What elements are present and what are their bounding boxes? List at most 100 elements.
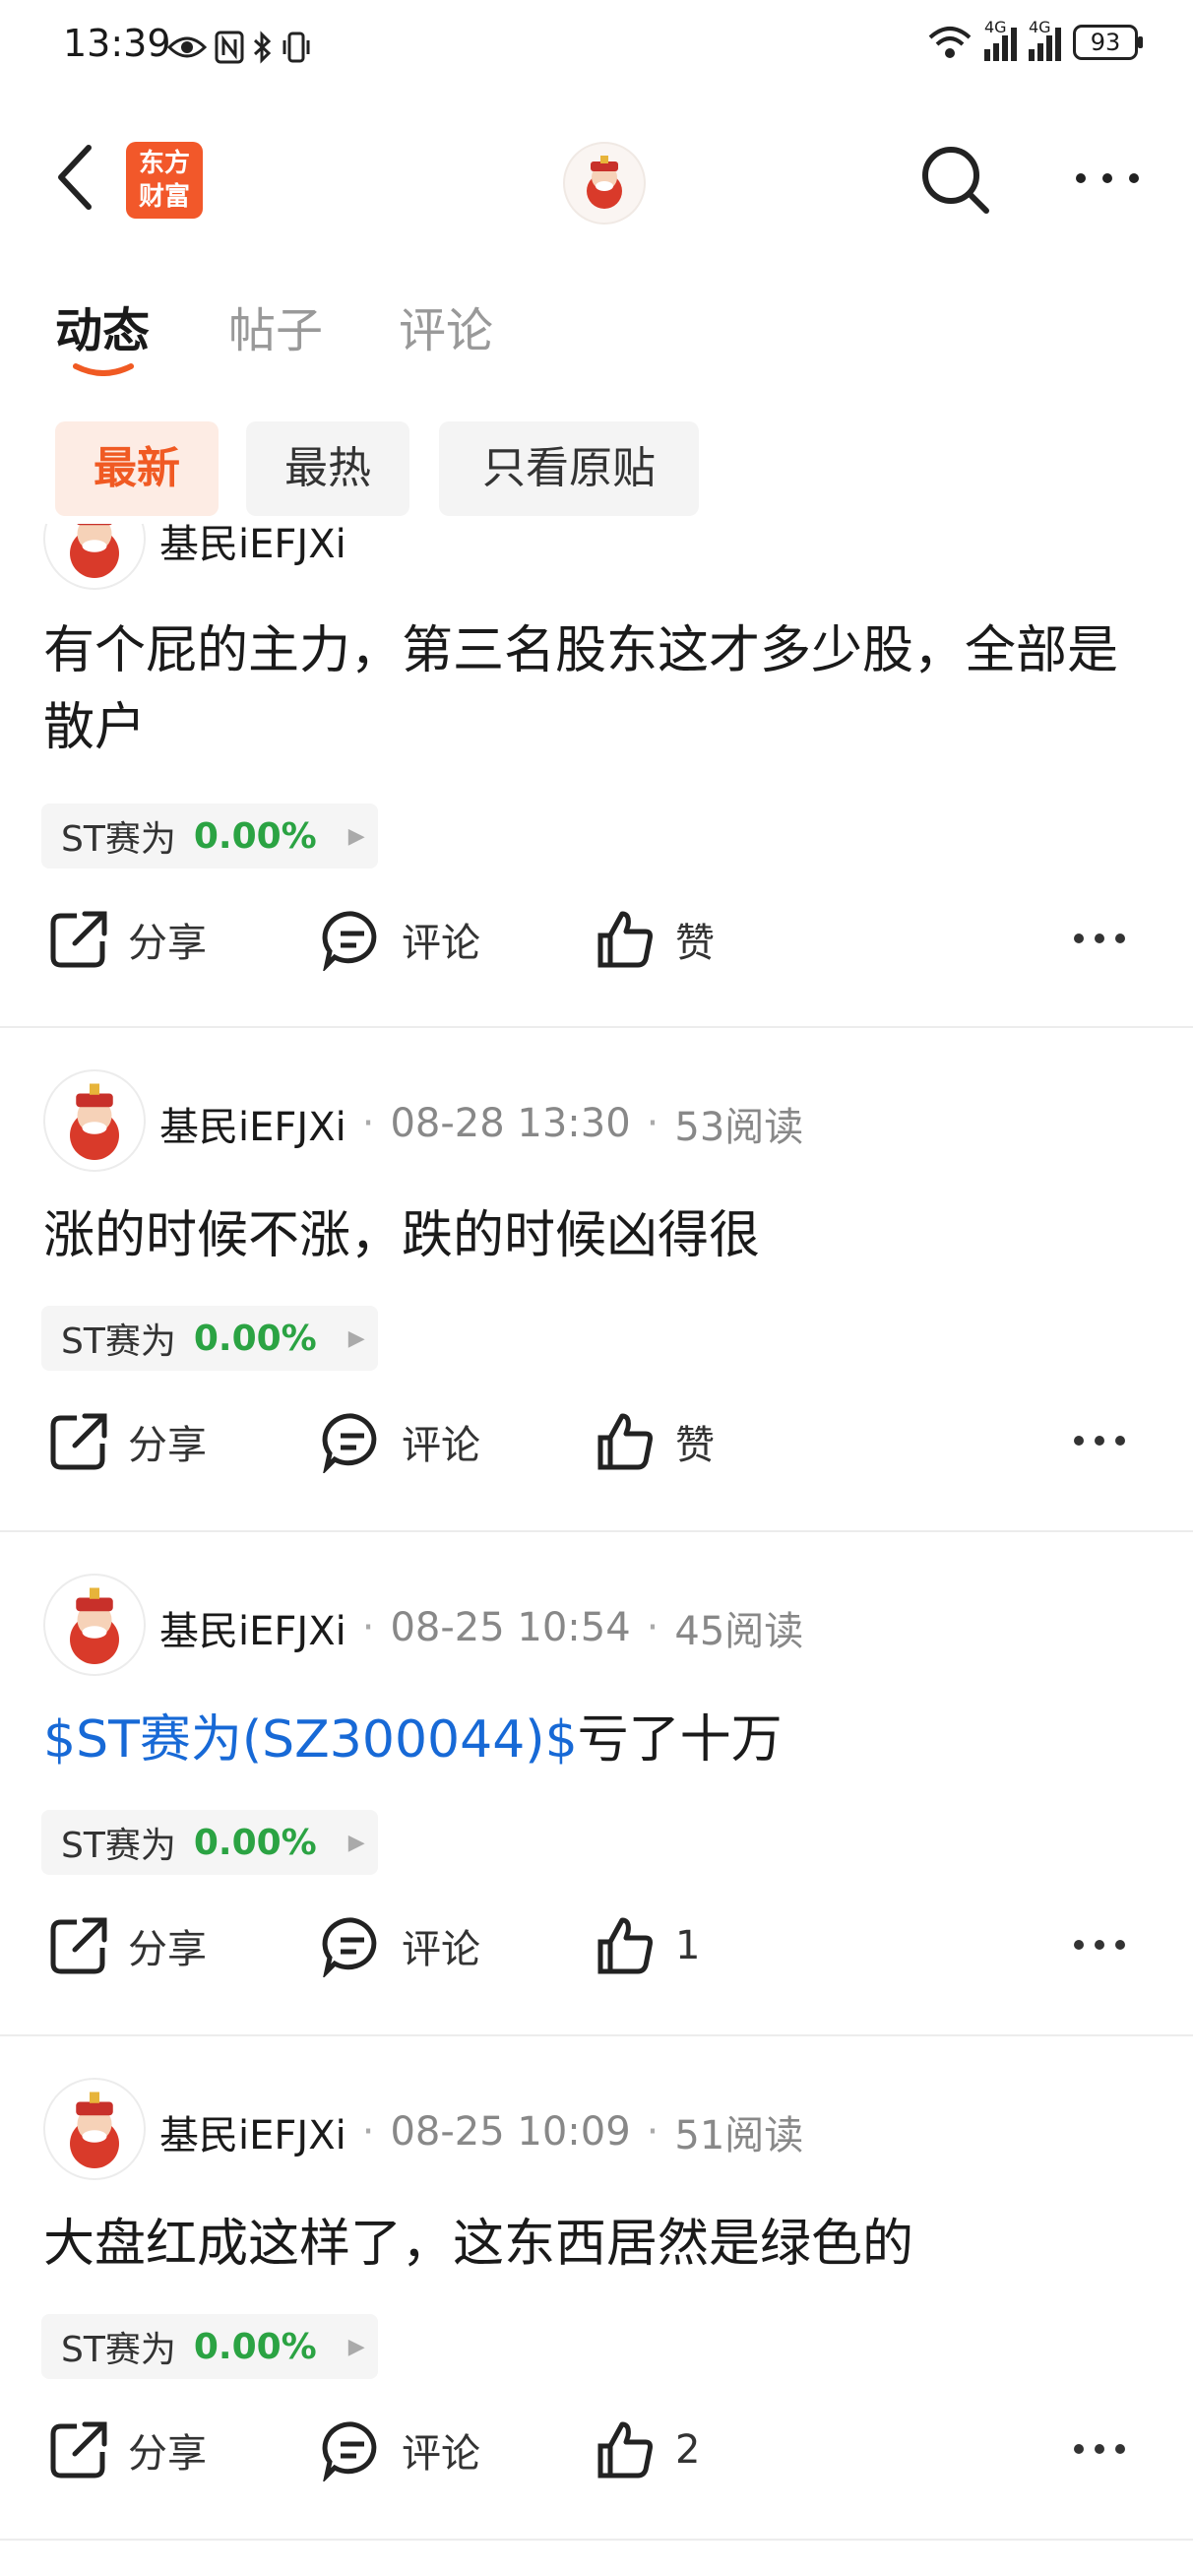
bluetooth-icon xyxy=(253,31,272,64)
comment-button[interactable]: 评论 xyxy=(321,2418,480,2481)
post-content[interactable]: 涨的时候不涨，跌的时候凶得很 xyxy=(43,1197,1146,1274)
tab-active-indicator xyxy=(73,363,134,376)
comment-icon xyxy=(322,911,377,971)
more-button[interactable] xyxy=(1073,163,1142,193)
post-more-button[interactable] xyxy=(1073,932,1144,945)
like-count: 2 xyxy=(675,2427,701,2473)
stock-chip[interactable]: ST赛为 0.00% ▶ xyxy=(41,1810,378,1875)
stock-chip[interactable]: ST赛为 0.00% ▶ xyxy=(41,1306,378,1371)
comment-button[interactable]: 评论 xyxy=(321,1410,480,1473)
share-label: 分享 xyxy=(128,2431,207,2477)
more-dots-icon xyxy=(1074,1436,1125,1446)
like-count: 赞 xyxy=(675,921,715,966)
filter-hottest[interactable]: 最热 xyxy=(246,421,409,516)
post-username[interactable]: 基民iEFJXi xyxy=(159,1599,346,1656)
stock-name: ST赛为 xyxy=(61,1826,176,1866)
feed-content: 基民iEFJXi 有个屁的主力，第三名股东这才多少股，全部是散户 ST赛为 0.… xyxy=(0,524,1193,2576)
post-username[interactable]: 基民iEFJXi xyxy=(159,524,346,569)
post-content[interactable]: $ST赛为(SZ300044)$亏了十万 xyxy=(43,1702,1146,1778)
like-button[interactable]: 2 xyxy=(595,2418,700,2481)
more-dots-icon xyxy=(1074,934,1125,943)
meta-separator: · xyxy=(361,1101,375,1146)
post-more-button[interactable] xyxy=(1073,1434,1144,1448)
stock-change: 0.00% xyxy=(193,1318,317,1359)
search-button[interactable] xyxy=(915,140,994,219)
fortune-god-avatar-icon xyxy=(70,524,119,578)
stock-change: 0.00% xyxy=(193,815,317,857)
comment-icon xyxy=(322,1917,377,1977)
stock-chip[interactable]: ST赛为 0.00% ▶ xyxy=(41,804,378,869)
user-avatar[interactable] xyxy=(43,524,146,590)
fortune-god-avatar-icon xyxy=(70,1587,119,1664)
post-more-button[interactable] xyxy=(1073,1938,1144,1952)
tab-dynamics[interactable]: 动态 xyxy=(55,291,150,360)
post-username[interactable]: 基民iEFJXi xyxy=(159,1095,346,1152)
user-avatar[interactable] xyxy=(43,1069,146,1172)
share-label: 分享 xyxy=(128,1423,207,1468)
like-button[interactable]: 赞 xyxy=(595,1410,715,1473)
chevron-right-icon: ▶ xyxy=(347,823,365,849)
share-button[interactable]: 分享 xyxy=(47,2418,207,2481)
tab-posts[interactable]: 帖子 xyxy=(228,291,323,360)
meta-separator: · xyxy=(361,1605,375,1650)
post-divider xyxy=(0,1530,1193,1532)
signal-2: 4G xyxy=(1029,18,1061,61)
post-date: 08-25 10:09 xyxy=(390,2109,631,2155)
tab-comments[interactable]: 评论 xyxy=(399,291,493,360)
post-meta: 基民iEFJXi · 08-28 13:30 · 53阅读 xyxy=(159,1095,803,1152)
user-avatar[interactable] xyxy=(43,1574,146,1676)
like-count: 赞 xyxy=(675,1423,715,1468)
share-icon xyxy=(50,1917,107,1974)
post-actions: 分享 评论 赞 xyxy=(0,908,1193,987)
stock-chip[interactable]: ST赛为 0.00% ▶ xyxy=(41,2314,378,2379)
back-button[interactable] xyxy=(47,138,106,217)
share-icon xyxy=(50,1413,107,1470)
stock-change: 0.00% xyxy=(193,1822,317,1863)
thumbs-up-icon xyxy=(597,1413,653,1470)
post-text: 大盘红成这样了，这东西居然是绿色的 xyxy=(43,2215,914,2274)
post-text: 涨的时候不涨，跌的时候凶得很 xyxy=(43,1206,761,1265)
share-icon xyxy=(50,911,107,968)
post-read-count: 51阅读 xyxy=(674,2113,804,2158)
post-more-button[interactable] xyxy=(1073,2442,1144,2456)
post-meta: 基民iEFJXi · 08-25 10:09 · 51阅读 xyxy=(159,2103,803,2160)
back-arrow-icon xyxy=(58,145,92,210)
status-right: 4G 4G 93 xyxy=(927,18,1143,61)
like-button[interactable]: 1 xyxy=(595,1914,700,1977)
more-dots-icon xyxy=(1074,2444,1125,2454)
user-avatar[interactable] xyxy=(43,2078,146,2180)
post-content[interactable]: 大盘红成这样了，这东西居然是绿色的 xyxy=(43,2206,1146,2283)
fortune-god-avatar-icon xyxy=(70,2092,119,2168)
share-button[interactable]: 分享 xyxy=(47,908,207,971)
comment-button[interactable]: 评论 xyxy=(321,1914,480,1977)
logo-text-1: 东方 xyxy=(138,149,190,178)
wifi-icon xyxy=(928,27,972,58)
comment-icon xyxy=(322,1413,377,1473)
post-text: 亏了十万 xyxy=(577,1710,783,1770)
like-count: 1 xyxy=(675,1923,701,1968)
post-username[interactable]: 基民iEFJXi xyxy=(159,2103,346,2160)
filter-latest[interactable]: 最新 xyxy=(55,421,219,516)
network-type-2: 4G xyxy=(1029,18,1051,36)
post-content[interactable]: 有个屁的主力，第三名股东这才多少股，全部是散户 xyxy=(43,612,1146,766)
post-actions: 分享 评论 1 xyxy=(0,1914,1193,1993)
profile-avatar[interactable] xyxy=(563,142,646,225)
stock-tag-link[interactable]: $ST赛为(SZ300044)$ xyxy=(43,1710,578,1770)
vibrate-icon xyxy=(283,32,310,63)
status-bar: 13:39 4G 4G 93 xyxy=(0,0,1193,98)
post-date: 08-28 13:30 xyxy=(390,1101,631,1146)
fortune-god-avatar-icon xyxy=(587,156,622,209)
app-logo[interactable]: 东方 财富 xyxy=(126,142,203,219)
comment-button[interactable]: 评论 xyxy=(321,908,480,971)
post-actions: 分享 评论 2 xyxy=(0,2418,1193,2497)
chevron-right-icon: ▶ xyxy=(347,1325,365,1351)
filter-original-only[interactable]: 只看原贴 xyxy=(439,421,699,516)
signal-1: 4G xyxy=(984,18,1017,61)
post-divider xyxy=(0,1026,1193,1028)
post-text: 有个屁的主力，第三名股东这才多少股，全部是散户 xyxy=(43,621,1119,757)
like-button[interactable]: 赞 xyxy=(595,908,715,971)
share-button[interactable]: 分享 xyxy=(47,1914,207,1977)
post-read-count: 45阅读 xyxy=(674,1609,804,1654)
share-button[interactable]: 分享 xyxy=(47,1410,207,1473)
meta-separator: · xyxy=(361,2109,375,2155)
